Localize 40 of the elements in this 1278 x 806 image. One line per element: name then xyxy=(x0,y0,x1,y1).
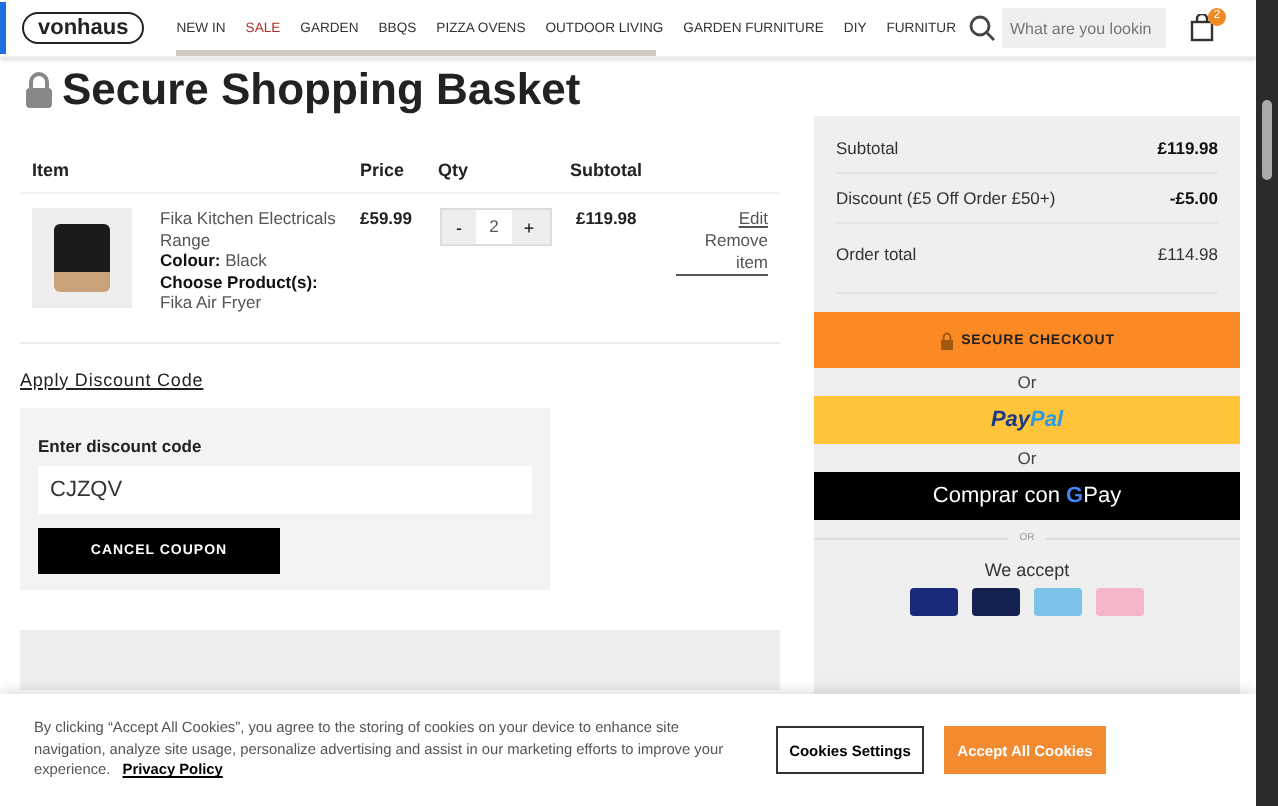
summary-value: £114.98 xyxy=(1157,244,1218,264)
lock-icon xyxy=(939,331,954,349)
card-icon xyxy=(1034,588,1082,616)
shopping-bag-icon[interactable] xyxy=(1190,14,1214,42)
we-accept-label: We accept xyxy=(982,560,1072,580)
option-label: Choose Product(s): xyxy=(160,271,320,292)
or-separator-text: Or xyxy=(1015,370,1039,396)
product-name: Fika Kitchen Electricals Range xyxy=(160,208,336,250)
column-header: Price xyxy=(360,160,407,180)
quantity-value[interactable]: 2 xyxy=(476,210,512,244)
card-icon xyxy=(972,588,1020,616)
discount-code-field[interactable]: CJZQV xyxy=(38,465,532,513)
column-header: Subtotal xyxy=(570,160,642,180)
product-photo-placeholder xyxy=(32,208,132,308)
product-colour: Colour: Black xyxy=(160,250,269,271)
lock-icon xyxy=(24,71,54,109)
scrollbar[interactable] xyxy=(1256,0,1278,806)
summary-value: £119.98 xyxy=(1157,138,1218,158)
discount-label: Enter discount code xyxy=(38,435,204,455)
logo[interactable]: vonhaus xyxy=(22,12,145,44)
edit-link[interactable]: Edit xyxy=(738,208,768,230)
option-value: Fika Air Fryer xyxy=(160,292,264,313)
summary-label: Discount (£5 Off Order £50+) xyxy=(836,188,1056,208)
remove-item-link[interactable]: Remove item xyxy=(676,230,768,276)
card-icon xyxy=(910,588,958,616)
column-header: Qty xyxy=(438,160,471,180)
search-icon xyxy=(968,14,996,42)
paypal-button[interactable]: PayPal xyxy=(814,396,1240,444)
item-price: £59.99 xyxy=(360,208,414,228)
summary-label: Order total xyxy=(836,244,917,264)
item-subtotal: £119.98 xyxy=(576,208,639,228)
summary-value: -£5.00 xyxy=(1169,188,1218,208)
column-header: Item xyxy=(32,160,72,180)
summary-label: Subtotal xyxy=(836,138,899,158)
google-pay-button[interactable]: Comprar con GPay xyxy=(814,472,1240,520)
card-icon xyxy=(1096,588,1144,616)
page-title: Secure Shopping Basket xyxy=(62,64,581,116)
or-separator-text: Or xyxy=(1015,446,1039,472)
search-field[interactable]: What are you lookin xyxy=(1002,8,1166,48)
apply-discount-link[interactable]: Apply Discount Code xyxy=(20,369,204,389)
